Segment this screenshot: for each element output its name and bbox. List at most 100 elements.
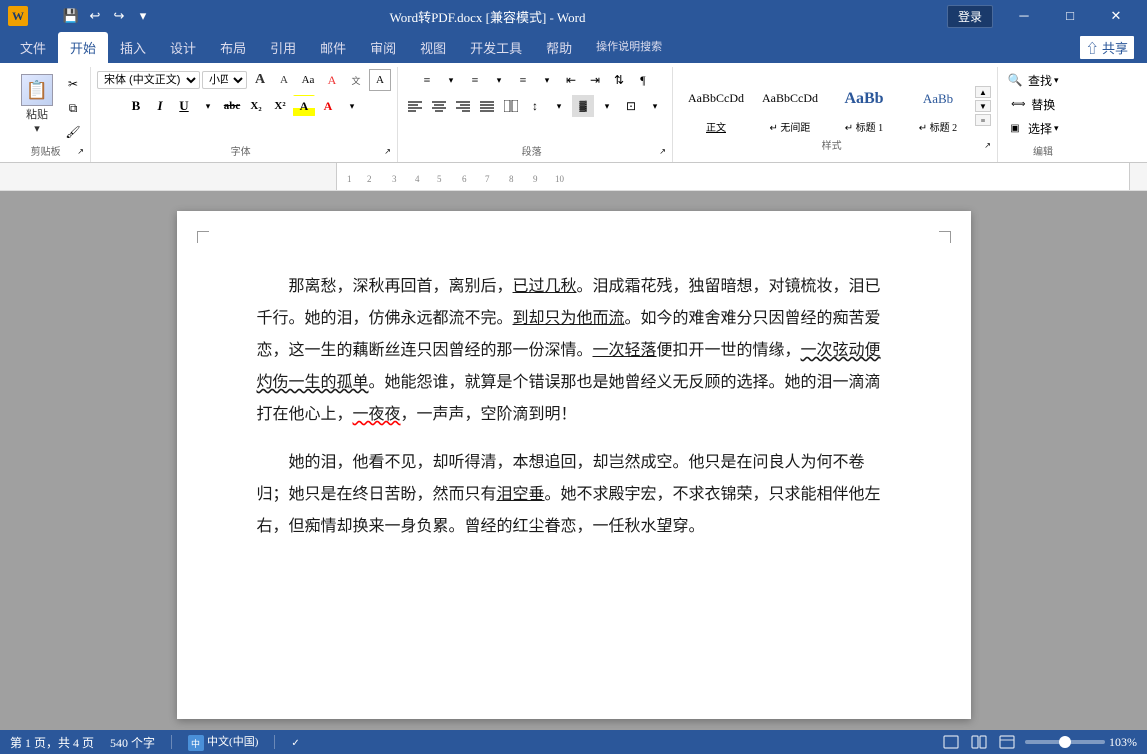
styles-expand[interactable]: ↗ — [984, 141, 991, 150]
char-border-button[interactable]: A — [369, 69, 391, 91]
styles-scroll-more[interactable]: ≡ — [975, 114, 991, 126]
clipboard-expand[interactable]: ↗ — [77, 147, 84, 156]
font-size-select[interactable]: 小四 — [202, 71, 247, 89]
bold-button[interactable]: B — [125, 95, 147, 117]
close-button[interactable]: ✕ — [1093, 0, 1139, 32]
style-heading2[interactable]: AaBb ↵ 标题 2 — [901, 76, 975, 137]
line-spacing-button[interactable]: ↕ — [524, 95, 546, 117]
web-layout-button[interactable] — [997, 732, 1017, 752]
clipboard-group: 📋 粘贴 ▾ ✂ ⧉ 🖌 剪贴板 ↗ — [8, 67, 91, 162]
underline-span-3: 一次轻落 — [593, 342, 657, 359]
tab-file[interactable]: 文件 — [8, 32, 58, 63]
tab-insert[interactable]: 插入 — [108, 32, 158, 63]
change-case-button[interactable]: Aa — [297, 69, 319, 91]
justify-button[interactable] — [476, 95, 498, 117]
styles-scroll-down[interactable]: ▼ — [975, 100, 991, 112]
paste-label: 粘贴 — [26, 106, 48, 122]
align-center-button[interactable] — [428, 95, 450, 117]
tab-layout[interactable]: 布局 — [208, 32, 258, 63]
font-shrink-button[interactable]: A — [273, 69, 295, 91]
tab-mail[interactable]: 邮件 — [308, 32, 358, 63]
paragraph-2[interactable]: 她的泪，他看不见，却听得清，本想追回，却岂然成空。他只是在问良人为何不卷归；她只… — [257, 447, 891, 543]
minimize-button[interactable]: ─ — [1001, 0, 1047, 32]
style-heading2-preview: AaBb — [908, 79, 968, 119]
align-right-button[interactable] — [452, 95, 474, 117]
font-color-arrow[interactable]: ▾ — [341, 95, 363, 117]
tab-developer[interactable]: 开发工具 — [458, 32, 534, 63]
share-button[interactable]: ⇧ 共享 — [1079, 35, 1135, 60]
paragraph-label: 段落 — [404, 143, 659, 160]
ribbon-tabs: 文件 开始 插入 设计 布局 引用 邮件 审阅 视图 开发工具 帮助 操作说明搜… — [0, 32, 1147, 63]
document-page[interactable]: 那离愁，深秋再回首，离别后，已过几秋。泪成霜花残，独留暗想，对镜梳妆，泪已千行。… — [177, 211, 971, 719]
print-layout-button[interactable] — [941, 732, 961, 752]
borders-arrow[interactable]: ▾ — [644, 95, 666, 117]
format-painter-button[interactable]: 🖌 — [62, 121, 84, 143]
bullet-arrow[interactable]: ▾ — [440, 69, 462, 91]
more-button[interactable]: ▾ — [132, 5, 154, 27]
tab-references[interactable]: 引用 — [258, 32, 308, 63]
select-button[interactable]: 选择 — [1028, 120, 1052, 137]
tab-home[interactable]: 开始 — [58, 32, 108, 63]
paste-button[interactable]: 📋 粘贴 ▾ — [14, 69, 60, 140]
tab-view[interactable]: 视图 — [408, 32, 458, 63]
shading-arrow[interactable]: ▾ — [596, 95, 618, 117]
show-marks-button[interactable]: ¶ — [632, 69, 654, 91]
editing-label: 编辑 — [1004, 143, 1082, 160]
style-heading1[interactable]: AaBb ↵ 标题 1 — [827, 76, 901, 137]
numbered-arrow[interactable]: ▾ — [488, 69, 510, 91]
tab-review[interactable]: 审阅 — [358, 32, 408, 63]
redo-button[interactable]: ↪ — [108, 5, 130, 27]
save-button[interactable]: 💾 — [60, 5, 82, 27]
login-button[interactable]: 登录 — [947, 5, 993, 28]
copy-button[interactable]: ⧉ — [62, 97, 84, 119]
superscript-button[interactable]: X² — [269, 95, 291, 117]
undo-button[interactable]: ↩ — [84, 5, 106, 27]
numbered-list-button[interactable]: ≡ — [464, 69, 486, 91]
phonetic-button[interactable]: 文 — [345, 69, 367, 91]
bullet-list-button[interactable]: ≡ — [416, 69, 438, 91]
cut-button[interactable]: ✂ — [62, 73, 84, 95]
sort-button[interactable]: ⇅ — [608, 69, 630, 91]
multilevel-arrow[interactable]: ▾ — [536, 69, 558, 91]
borders-button[interactable]: ⊡ — [620, 95, 642, 117]
multilevel-button[interactable]: ≡ — [512, 69, 534, 91]
replace-row: ⟺ 替换 — [1007, 93, 1055, 115]
find-button[interactable]: 查找 — [1028, 72, 1052, 89]
maximize-button[interactable]: □ — [1047, 0, 1093, 32]
subscript-button[interactable]: X₂ — [245, 95, 267, 117]
select-arrow[interactable]: ▾ — [1054, 123, 1059, 134]
align-left-button[interactable] — [404, 95, 426, 117]
tab-search[interactable]: 操作说明搜索 — [584, 32, 674, 63]
increase-indent-button[interactable]: ⇥ — [584, 69, 606, 91]
line-spacing-arrow[interactable]: ▾ — [548, 95, 570, 117]
underline-button[interactable]: U — [173, 95, 195, 117]
paragraph-1[interactable]: 那离愁，深秋再回首，离别后，已过几秋。泪成霜花残，独留暗想，对镜梳妆，泪已千行。… — [257, 271, 891, 431]
underline-arrow[interactable]: ▾ — [197, 95, 219, 117]
styles-scroll-up[interactable]: ▲ — [975, 86, 991, 98]
read-mode-button[interactable] — [969, 732, 989, 752]
find-arrow[interactable]: ▾ — [1054, 75, 1059, 86]
shading-button[interactable]: ▓ — [572, 95, 594, 117]
strikethrough-button[interactable]: abc — [221, 95, 243, 117]
status-bar: 第 1 页，共 4 页 540 个字 中 中文(中国) ✓ 103% — [0, 730, 1147, 754]
title-bar: W 💾 ↩ ↪ ▾ Word转PDF.docx [兼容模式] - Word 登录… — [0, 0, 1147, 32]
clear-format-button[interactable]: A — [321, 69, 343, 91]
columns-button[interactable] — [500, 95, 522, 117]
decrease-indent-button[interactable]: ⇤ — [560, 69, 582, 91]
font-expand[interactable]: ↗ — [384, 147, 391, 156]
style-normal[interactable]: AaBbCcDd 正文 — [679, 76, 753, 137]
italic-button[interactable]: I — [149, 95, 171, 117]
tab-design[interactable]: 设计 — [158, 32, 208, 63]
styles-inner: AaBbCcDd 正文 AaBbCcDd ↵ 无间距 AaBb ↵ 标题 1 — [679, 76, 991, 154]
paragraph-expand[interactable]: ↗ — [659, 147, 666, 156]
text-highlight-button[interactable]: A — [293, 95, 315, 117]
style-nospace[interactable]: AaBbCcDd ↵ 无间距 — [753, 76, 827, 137]
replace-button[interactable]: 替换 — [1031, 96, 1055, 113]
underline-span-1: 已过几秋 — [513, 278, 577, 295]
clipboard-content: 📋 粘贴 ▾ ✂ ⧉ 🖌 — [14, 69, 84, 143]
tab-help[interactable]: 帮助 — [534, 32, 584, 63]
font-grow-button[interactable]: A — [249, 69, 271, 91]
font-name-select[interactable]: 宋体 (中文正文) — [97, 71, 200, 89]
zoom-slider[interactable] — [1025, 740, 1105, 744]
font-color-button[interactable]: A — [317, 95, 339, 117]
